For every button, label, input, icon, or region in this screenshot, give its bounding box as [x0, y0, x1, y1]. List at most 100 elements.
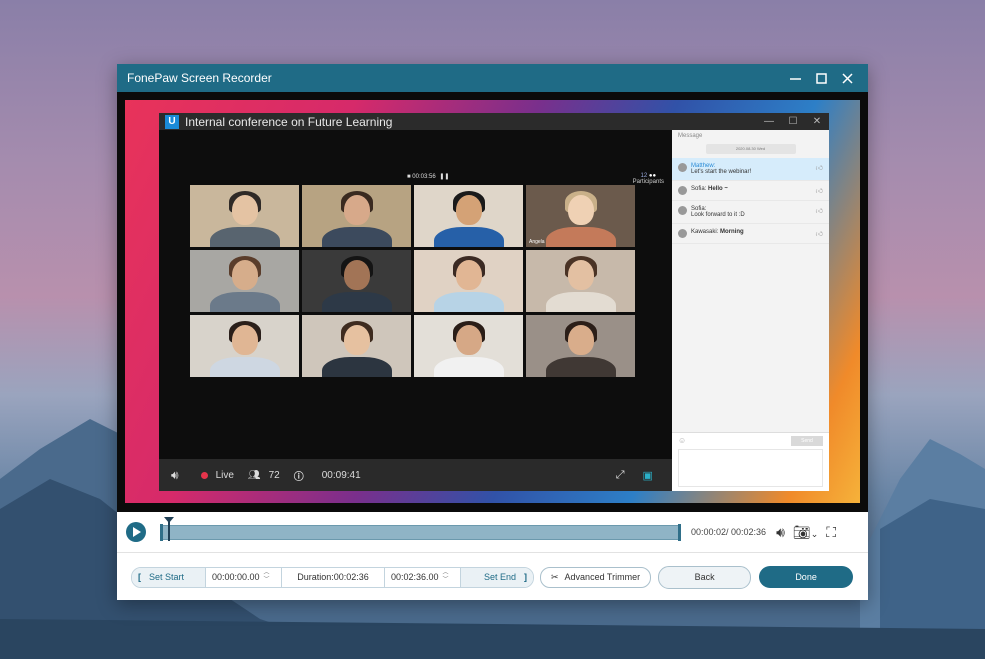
participant-face [567, 260, 594, 290]
end-time-field[interactable]: 00:02:36.00 ︿ ﹀ [385, 567, 461, 587]
thumbs-up-icon: 👍︎ [815, 165, 823, 172]
minimize-icon [789, 77, 801, 80]
chat-text: Look forward to it :D [691, 212, 745, 218]
maximize-button[interactable] [808, 64, 834, 92]
chat-date: 2020.08.30 Wed [705, 144, 796, 154]
participant-body [545, 227, 616, 247]
play-icon [133, 527, 141, 537]
conf-minimize-icon: — [764, 116, 774, 127]
window-title: FonePaw Screen Recorder [127, 71, 272, 85]
bracket-left-icon: [ [138, 572, 141, 582]
avatar-icon [678, 229, 687, 238]
start-time-field[interactable]: 00:00:00.00 ︿ ﹀ [206, 567, 282, 587]
conf-maximize-icon: ☐ [788, 116, 798, 127]
participant-tile: Angela [526, 185, 635, 247]
playhead[interactable] [164, 516, 174, 541]
attendee-count: 72 [268, 469, 280, 481]
participant-body [209, 292, 280, 312]
thumbs-up-icon: 👍︎ [815, 208, 823, 215]
bracket-right-icon: ] [524, 572, 527, 582]
participant-body [321, 227, 392, 247]
player-bar: 00:00:02/ 00:02:36 🔊︎ 📷︎⌄ ⛶ [117, 512, 868, 552]
participant-tile [526, 250, 635, 312]
fullscreen-icon: ⤢ [615, 468, 625, 481]
participant-grid: Angela [190, 185, 638, 377]
start-time-stepper[interactable]: ︿ ﹀ [264, 570, 270, 584]
chevron-down-icon: ⌄ [810, 528, 819, 539]
close-icon [841, 72, 853, 84]
participant-name: Angela [529, 239, 545, 245]
attendees-icon: 👥︎ [247, 469, 261, 481]
participant-body [321, 357, 392, 377]
participant-tile [302, 185, 411, 247]
fullscreen-toggle-icon[interactable]: ⛶ [826, 524, 836, 541]
close-button[interactable] [834, 64, 860, 92]
trim-end-handle[interactable] [678, 523, 681, 541]
chat-message: Matthew: Let's start the webinar! 👍︎ [672, 158, 829, 181]
participant-face [455, 260, 482, 290]
timeline[interactable] [160, 516, 681, 541]
participant-body [209, 227, 280, 247]
done-button[interactable]: Done [759, 566, 854, 588]
recorded-screen: U Internal conference on Future Learning… [125, 100, 860, 503]
participant-tile [414, 250, 523, 312]
emoji-icon: ☺ [678, 436, 687, 445]
thumbs-up-icon: 👍︎ [815, 188, 823, 195]
avatar-icon [678, 206, 687, 215]
participant-body [209, 357, 280, 377]
participant-face [231, 195, 258, 225]
participant-tile [302, 250, 411, 312]
volume-icon[interactable]: 🔊︎ [776, 524, 785, 541]
meeting-time: 00:09:41 [321, 469, 361, 481]
playback-time: 00:00:02/ 00:02:36 [691, 527, 767, 537]
avatar-icon [678, 186, 687, 195]
participant-face [343, 195, 370, 225]
participant-tile [414, 185, 523, 247]
participant-tile [190, 315, 299, 377]
conference-video-area: ■ 00:03:56 ❚❚ 12 ●● Participants Angela … [159, 130, 672, 491]
app-logo: U [165, 114, 179, 129]
conference-bottom-bar: 🔊︎ Live 👥︎ 72 ⓘ 00:09:41 ⤢ ▣ [159, 459, 672, 491]
chat-sender: Sofia: [691, 186, 707, 192]
chat-header: Message [678, 133, 703, 139]
chat-message-body: Sofia: Look forward to it :D [691, 206, 745, 218]
live-dot-icon [200, 471, 208, 479]
play-button[interactable] [126, 522, 146, 542]
chat-text: Let's start the webinar! [691, 169, 752, 175]
timeline-selection [160, 524, 681, 540]
set-start-button[interactable]: [ Set Start [132, 567, 206, 587]
chat-message-body: Sofia: Hello ~ [691, 186, 728, 195]
participant-face [231, 325, 258, 355]
participants-indicator: 12 ●● Participants [632, 173, 664, 185]
end-time-stepper[interactable]: ︿ ﹀ [443, 570, 449, 584]
participant-body [321, 292, 392, 312]
snapshot-icon[interactable]: 📷︎⌄ [793, 524, 818, 541]
chat-input-area: ☺ Send [672, 432, 829, 491]
participant-face [231, 260, 258, 290]
trim-bar: [ Set Start 00:00:00.00 ︿ ﹀ Duration:00:0… [131, 566, 534, 588]
set-end-button[interactable]: Set End ] [461, 567, 533, 587]
minimize-button[interactable] [782, 64, 808, 92]
conference-title-bar: U Internal conference on Future Learning… [159, 113, 829, 130]
chat-send-button: Send [791, 436, 823, 446]
pause-icon: ❚❚ [439, 174, 450, 180]
camera-icon: ■ [407, 174, 411, 180]
duration-display: Duration:00:02:36 [282, 567, 385, 587]
participant-tile [190, 185, 299, 247]
participant-face [455, 195, 482, 225]
chat-messages: Matthew: Let's start the webinar! 👍︎ Sofia:… [672, 158, 829, 244]
participant-tile [302, 315, 411, 377]
trim-start-handle[interactable] [160, 523, 163, 541]
advanced-trimmer-button[interactable]: ✂ Advanced Trimmer [540, 566, 652, 588]
chat-message: Sofia: Hello ~ 👍︎ [672, 181, 829, 201]
chat-toggle-icon: ▣ [642, 469, 653, 482]
back-button[interactable]: Back [658, 565, 752, 589]
info-icon: ⓘ [293, 471, 304, 483]
participant-tile [526, 315, 635, 377]
participant-face [343, 325, 370, 355]
thumbs-up-icon: 👍︎ [815, 231, 823, 238]
chat-message-body: Matthew: Let's start the webinar! [691, 163, 751, 175]
video-preview[interactable]: U Internal conference on Future Learning… [117, 92, 868, 512]
participant-body [433, 227, 504, 247]
chat-text: Hello ~ [708, 186, 728, 192]
